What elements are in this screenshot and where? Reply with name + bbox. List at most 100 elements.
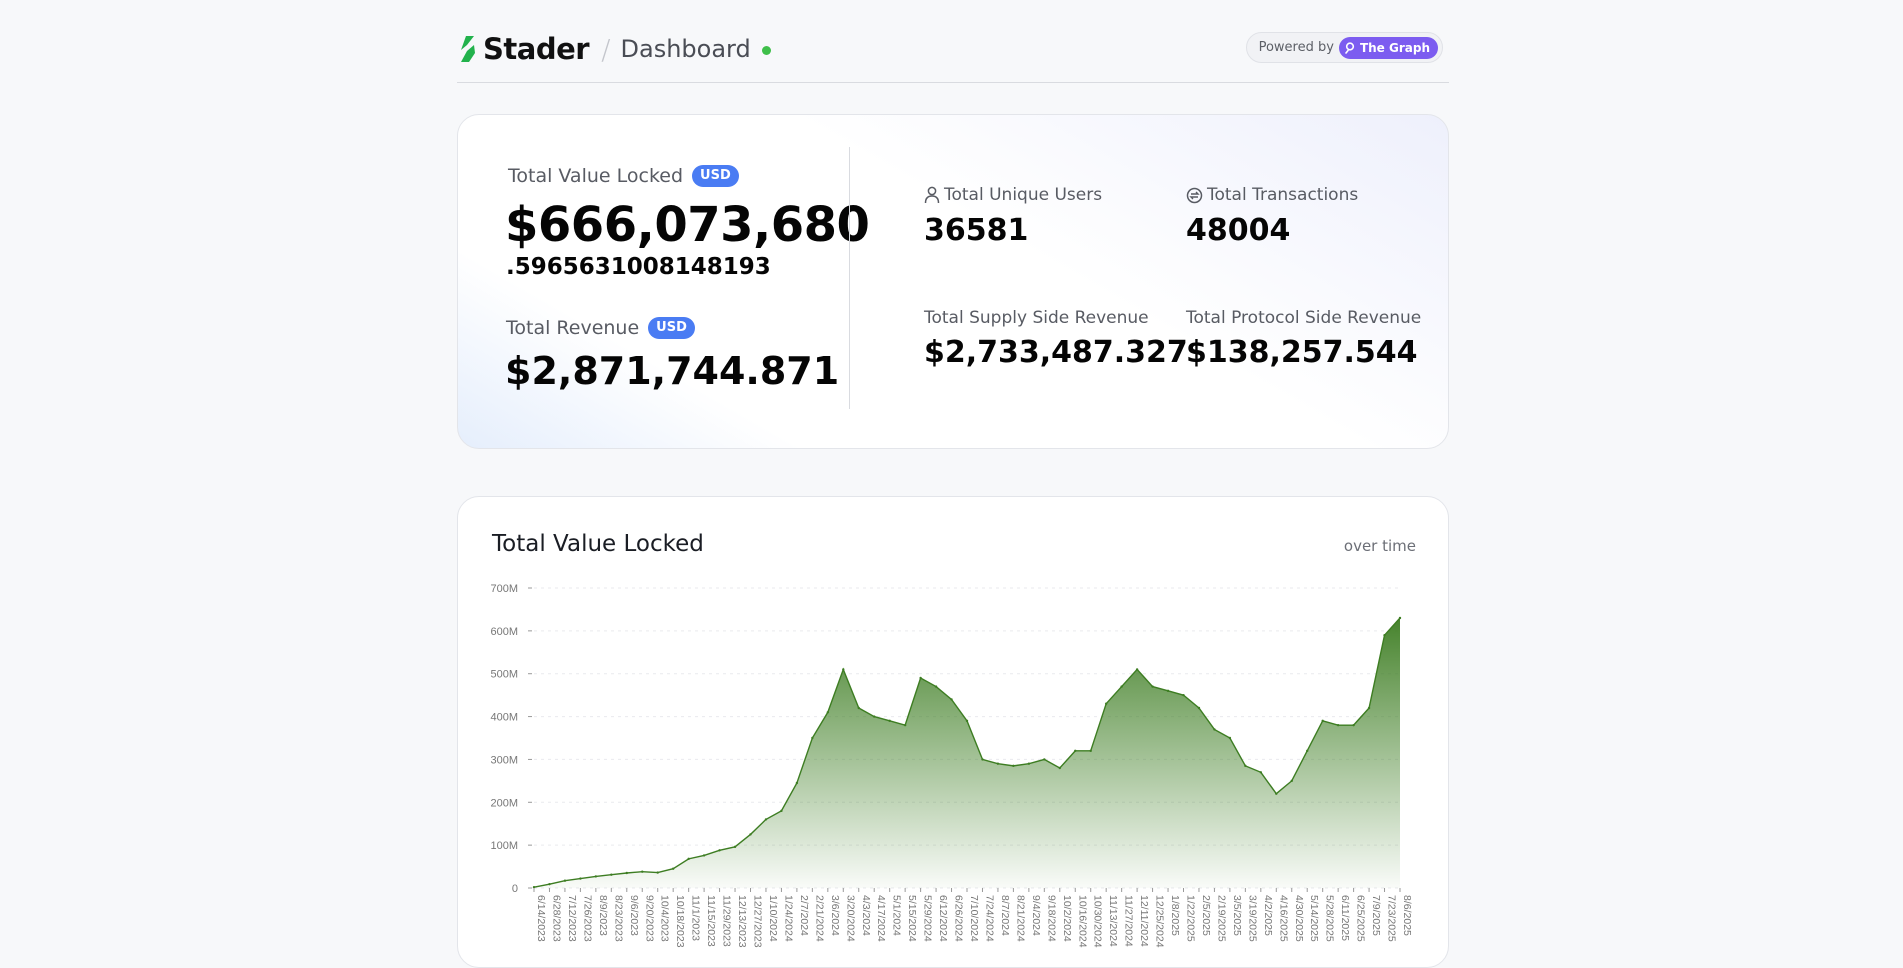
tvl-data-point (857, 706, 860, 710)
users-value: 36581 (924, 213, 1029, 248)
y-tick-label: 400M (490, 712, 518, 724)
x-tick-label: 2/5/2025 (1200, 895, 1212, 936)
user-icon (924, 186, 940, 204)
x-tick-label: 1/10/2024 (767, 895, 779, 942)
x-tick-label: 6/12/2024 (937, 895, 949, 942)
tvl-data-point (842, 668, 845, 671)
tvl-data-point (1135, 668, 1139, 671)
stats-card: Total Value Locked USD $666,073,680 .596… (457, 114, 1449, 449)
x-tick-label: 7/26/2023 (581, 895, 593, 942)
x-tick-label: 9/18/2024 (1045, 895, 1057, 942)
the-graph-label: The Graph (1359, 40, 1430, 55)
the-graph-pill[interactable]: The Graph (1338, 36, 1438, 59)
x-tick-label: 7/23/2025 (1386, 895, 1398, 942)
users-label: Total Unique Users (944, 185, 1103, 205)
x-tick-label: 3/6/2024 (829, 895, 841, 936)
brand-name: Stader (483, 32, 590, 66)
tvl-data-point (579, 877, 582, 880)
revenue-label: Total Revenue (506, 317, 640, 339)
tvl-area-chart[interactable]: 0100M200M300M400M500M600M700M6/14/2023 6/… (458, 497, 1448, 967)
powered-by-badge[interactable]: Powered by The Graph (1245, 32, 1443, 63)
y-tick-label: 600M (490, 626, 518, 638)
x-tick-label: 9/6/2023 (628, 895, 640, 936)
tvl-data-point (826, 711, 830, 714)
tvl-chart-card: Total Value Locked over time 0 100M 200M 30… (457, 496, 1449, 968)
tvl-data-point (656, 871, 659, 874)
header: Stader / Dashboard Powered by The Graph (457, 28, 1449, 83)
page-title: Dashboard (620, 35, 751, 63)
tvl-data-point (548, 882, 551, 886)
x-tick-label: 1/24/2024 (782, 895, 794, 942)
brand[interactable]: Stader / Dashboard (457, 32, 771, 66)
x-tick-label: 5/15/2024 (906, 895, 918, 942)
tvl-data-point (1275, 792, 1278, 795)
tvl-value: $666,073,680 (505, 197, 870, 253)
tvl-data-point (873, 715, 876, 718)
tvl-data-point (1058, 766, 1061, 770)
tvl-data-point (811, 736, 814, 740)
tvl-data-point (702, 854, 706, 857)
x-tick-label: 5/14/2025 (1308, 895, 1320, 942)
tvl-currency-badge: USD (692, 165, 739, 187)
tvl-data-point (718, 849, 721, 852)
x-tick-label: 8/6/2025 (1401, 895, 1413, 936)
tvl-data-point (1259, 771, 1263, 774)
tvl-data-point (1321, 719, 1324, 723)
x-tick-label: 5/28/2025 (1324, 895, 1336, 942)
x-tick-label: 10/4/2023 (659, 895, 671, 942)
tvl-data-point (1197, 706, 1201, 710)
transactions-value: 48004 (1186, 213, 1291, 248)
tvl-data-point (1306, 749, 1309, 753)
revenue-value: $2,871,744.871 (505, 349, 840, 393)
tvl-data-point (1074, 749, 1077, 753)
x-tick-label: 6/26/2024 (953, 895, 965, 942)
revenue-label-row: Total Revenue USD (506, 317, 695, 339)
x-tick-label: 12/13/2023 (736, 895, 748, 948)
tvl-data-point (1367, 706, 1371, 710)
tvl-data-point (641, 870, 644, 873)
x-tick-label: 4/2/2025 (1262, 895, 1274, 936)
x-tick-label: 5/29/2024 (922, 895, 934, 942)
tvl-data-point (733, 845, 737, 849)
tvl-data-point (1228, 736, 1232, 740)
tvl-data-point (1012, 764, 1015, 768)
x-tick-label: 1/22/2025 (1185, 895, 1197, 942)
tvl-data-point (1383, 633, 1386, 637)
x-tick-label: 9/4/2024 (1030, 895, 1042, 936)
tvl-data-point (563, 879, 567, 882)
x-tick-label: 2/7/2024 (798, 895, 810, 936)
tvl-data-point (996, 762, 1000, 765)
tvl-data-point (1290, 779, 1293, 783)
x-tick-label: 3/5/2025 (1231, 895, 1243, 936)
tvl-data-point (1104, 702, 1108, 705)
x-tick-label: 10/30/2024 (1092, 895, 1104, 948)
x-tick-label: 5/1/2024 (891, 895, 903, 936)
transactions-icon (1186, 187, 1203, 203)
y-tick-label: 300M (490, 754, 518, 766)
tvl-decimal: .5965631008148193 (506, 254, 771, 280)
x-tick-label: 4/17/2024 (875, 895, 887, 942)
tvl-data-point (903, 723, 907, 727)
x-tick-label: 8/7/2024 (999, 895, 1011, 936)
live-status-dot (761, 45, 771, 55)
supply-revenue-label: Total Supply Side Revenue (924, 308, 1149, 328)
tvl-data-point (1182, 693, 1185, 697)
tvl-data-point (625, 871, 628, 875)
tvl-data-point (610, 873, 613, 876)
tvl-data-point (1151, 685, 1154, 688)
x-tick-label: 1/8/2025 (1169, 895, 1181, 936)
tvl-data-point (671, 867, 675, 870)
tvl-data-point (795, 781, 799, 785)
the-graph-icon (1345, 41, 1355, 54)
users-label-row: Total Unique Users (924, 185, 1102, 205)
transactions-label: Total Transactions (1207, 185, 1359, 205)
tvl-data-point (1166, 689, 1170, 693)
x-tick-label: 8/9/2023 (597, 895, 609, 936)
y-tick-label: 700M (490, 583, 518, 595)
x-tick-label: 10/18/2023 (674, 895, 686, 948)
y-tick-label: 100M (490, 840, 518, 852)
x-tick-label: 9/20/2023 (643, 895, 655, 942)
x-tick-label: 12/11/2024 (1138, 895, 1150, 947)
x-tick-label: 7/24/2024 (983, 895, 995, 942)
supply-revenue-value: $2,733,487.327 (924, 335, 1188, 370)
